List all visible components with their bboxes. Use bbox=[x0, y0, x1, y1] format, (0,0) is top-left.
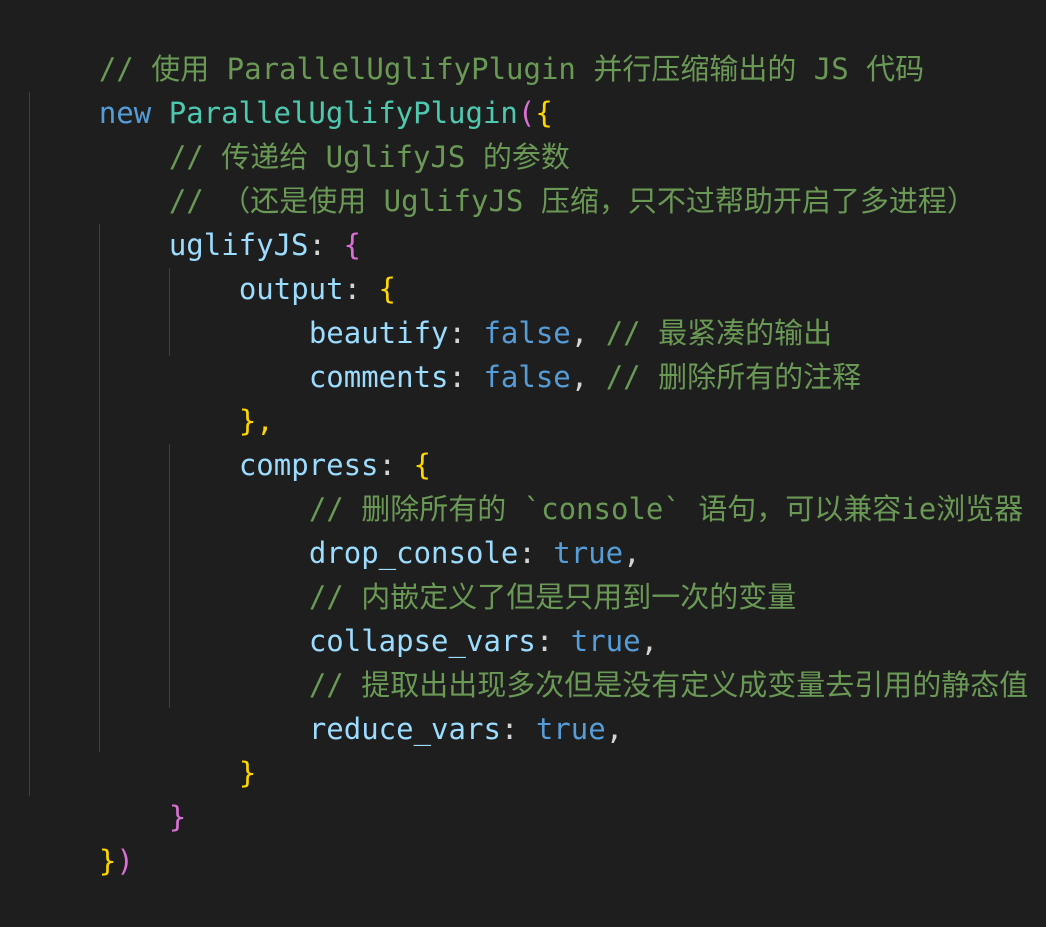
code-line-11: // 删除所有的 `console` 语句，可以兼容ie浏览器 bbox=[239, 443, 1023, 526]
comma: , bbox=[605, 712, 624, 746]
close-brace: } bbox=[168, 800, 187, 834]
close-paren: ) bbox=[116, 844, 134, 878]
code-line-12: drop_console: true, bbox=[239, 487, 641, 570]
code-line-10: compress: { bbox=[169, 399, 431, 482]
code-line-4: // （还是使用 UglifyJS 压缩，只不过帮助开启了多进程） bbox=[99, 135, 976, 218]
boolean-value: true bbox=[535, 712, 606, 746]
code-line-15: // 提取出出现多次但是没有定义成变量去引用的静态值 bbox=[239, 619, 1028, 702]
code-line-8: comments: false, // 删除所有的注释 bbox=[239, 311, 861, 394]
code-line-1: // 使用 ParallelUglifyPlugin 并行压缩输出的 JS 代码 bbox=[29, 3, 924, 86]
comma: , bbox=[570, 360, 589, 394]
colon: : bbox=[500, 712, 519, 746]
code-line-7: beautify: false, // 最紧凑的输出 bbox=[239, 267, 832, 350]
code-line-19: }) bbox=[29, 795, 134, 878]
code-line-6: output: { bbox=[169, 223, 396, 306]
code-line-17: } bbox=[169, 707, 256, 790]
code-line-5: uglifyJS: { bbox=[99, 179, 361, 262]
code-line-14: collapse_vars: true, bbox=[239, 575, 658, 658]
code-line-2: new ParallelUglifyPlugin({ bbox=[29, 47, 553, 130]
code-line-18: } bbox=[99, 751, 186, 834]
colon: : bbox=[448, 360, 466, 394]
code-line-13: // 内嵌定义了但是只用到一次的变量 bbox=[239, 531, 796, 614]
close-brace: } bbox=[98, 844, 117, 878]
close-brace: } bbox=[238, 756, 257, 790]
boolean-value: false bbox=[483, 360, 571, 394]
comment: // 删除所有的注释 bbox=[605, 360, 862, 394]
code-line-3: // 传递给 UglifyJS 的参数 bbox=[99, 91, 570, 174]
code-line-16: reduce_vars: true, bbox=[239, 663, 623, 746]
code-line-9: }, bbox=[169, 355, 274, 438]
property-key: comments bbox=[308, 360, 449, 394]
code-editor[interactable]: // 使用 ParallelUglifyPlugin 并行压缩输出的 JS 代码… bbox=[0, 0, 1046, 878]
property-key: reduce_vars bbox=[308, 712, 501, 746]
indent-guide bbox=[29, 92, 30, 796]
